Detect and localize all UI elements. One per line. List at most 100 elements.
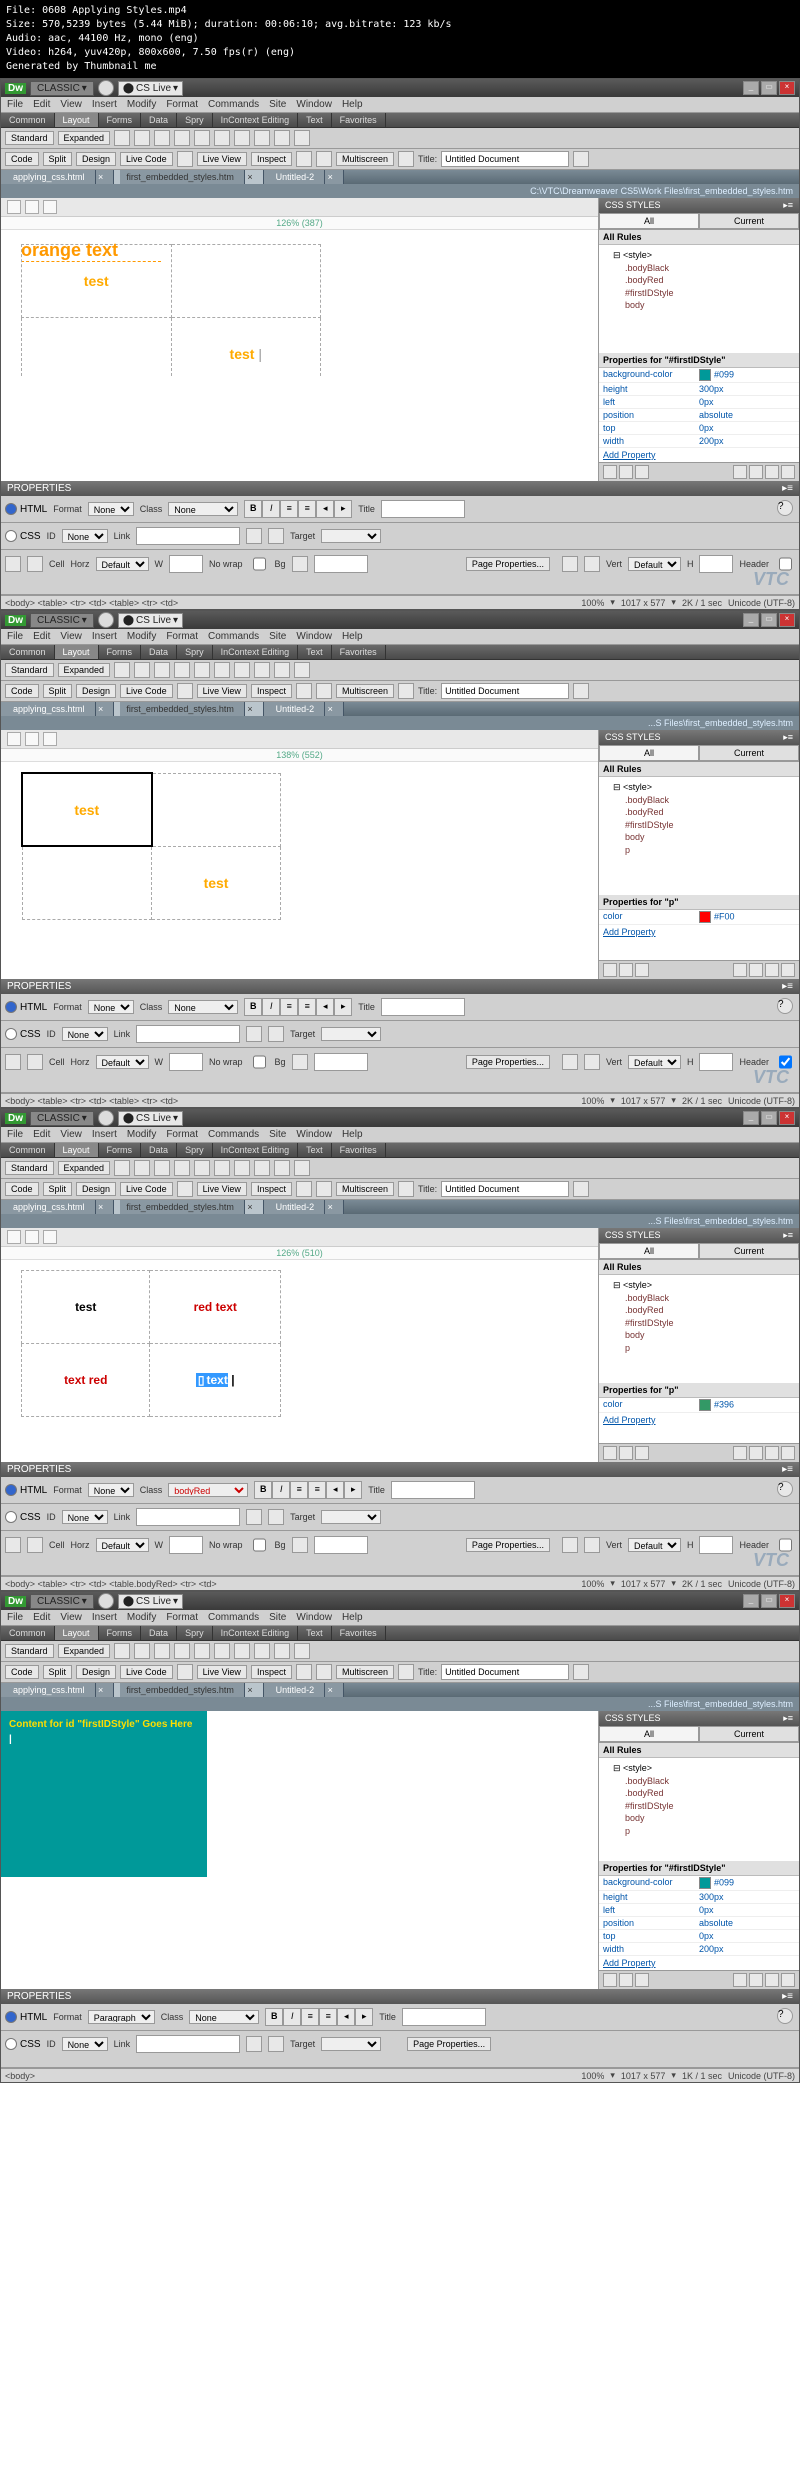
view-multiscreen[interactable]: Multiscreen [336, 152, 394, 166]
cell-b[interactable] [152, 773, 281, 846]
cell-3[interactable] [22, 318, 172, 379]
menu-window[interactable]: Window [296, 99, 332, 110]
lp[interactable] [268, 1026, 284, 1042]
t1[interactable] [177, 1181, 193, 1197]
cat-data[interactable]: Data [141, 1626, 177, 1640]
cf7[interactable] [781, 1973, 795, 1987]
close-button[interactable]: × [779, 613, 795, 627]
bold-button[interactable]: B [265, 2008, 283, 2026]
cat-data[interactable]: Data [141, 1143, 177, 1157]
cf4[interactable] [733, 963, 747, 977]
ol-button[interactable]: ≡ [298, 500, 316, 518]
cslive-button[interactable]: ⬤ CS Live ▾ [118, 81, 183, 96]
view-inspect[interactable]: Inspect [251, 1182, 292, 1196]
cat-incontext[interactable]: InContext Editing [213, 645, 299, 659]
prop-css-toggle[interactable]: CSS [5, 1511, 41, 1523]
prop-nowrap[interactable] [253, 1055, 266, 1069]
prop-target[interactable] [321, 529, 381, 543]
cat-favorites[interactable]: Favorites [332, 1143, 386, 1157]
prop-help-icon[interactable]: ? [777, 500, 793, 516]
prop-link[interactable] [136, 527, 240, 545]
t3[interactable] [316, 1664, 332, 1680]
prop-titlef[interactable] [381, 998, 465, 1016]
menu-modify[interactable]: Modify [127, 99, 156, 110]
css-add-property[interactable]: Add Property [599, 448, 799, 462]
prop-w[interactable] [169, 1053, 203, 1071]
italic-button[interactable]: I [262, 500, 280, 518]
prop-horz[interactable]: Default [96, 1538, 149, 1552]
prop-h[interactable] [699, 555, 733, 573]
menu-window[interactable]: Window [296, 631, 332, 642]
menu-help[interactable]: Help [342, 1612, 363, 1623]
prop-class[interactable]: bodyRed [168, 1483, 248, 1497]
menu-insert[interactable]: Insert [92, 1612, 117, 1623]
cat-forms[interactable]: Forms [99, 1143, 142, 1157]
prop-w[interactable] [169, 1536, 203, 1554]
id[interactable]: ▸ [334, 998, 352, 1016]
cf3[interactable] [635, 1446, 649, 1460]
search-icon[interactable] [98, 612, 114, 628]
ti5[interactable] [573, 683, 589, 699]
prop-vert[interactable]: Default [628, 1055, 681, 1069]
prop-vert[interactable]: Default [628, 557, 681, 571]
css-add-property[interactable]: Add Property [599, 925, 799, 939]
filetab-2[interactable]: first_embedded_styles.htm × [114, 1200, 263, 1214]
cell-2[interactable] [171, 245, 321, 318]
l5[interactable] [194, 1643, 210, 1659]
cssf-4[interactable] [733, 465, 747, 479]
menu-window[interactable]: Window [296, 1612, 332, 1623]
bold-button[interactable]: B [244, 998, 262, 1016]
css-tab-all[interactable]: All [599, 745, 699, 761]
cssprop-p[interactable]: position [603, 410, 699, 420]
menu-format[interactable]: Format [166, 99, 198, 110]
l6[interactable] [214, 1160, 230, 1176]
view-design[interactable]: Design [76, 1182, 116, 1196]
cf4[interactable] [733, 1973, 747, 1987]
menu-view[interactable]: View [60, 1129, 82, 1140]
prop-css-toggle[interactable]: CSS [5, 1028, 41, 1040]
cssprop-color[interactable]: color [603, 1399, 699, 1411]
menu-edit[interactable]: Edit [33, 631, 50, 642]
css-tab-all[interactable]: All [599, 1243, 699, 1259]
title-input[interactable] [441, 1181, 569, 1197]
cell-split-icon[interactable] [27, 556, 43, 572]
ti3[interactable] [316, 683, 332, 699]
li8[interactable] [254, 662, 270, 678]
cat-forms[interactable]: Forms [99, 1626, 142, 1640]
prop-h[interactable] [699, 1053, 733, 1071]
search-icon[interactable] [98, 1110, 114, 1126]
menu-commands[interactable]: Commands [208, 631, 259, 642]
title-input[interactable] [441, 151, 569, 167]
prop-class[interactable]: None [168, 502, 238, 516]
l2[interactable] [134, 1160, 150, 1176]
d1[interactable] [7, 1230, 21, 1244]
prop-id[interactable]: None [62, 1510, 108, 1524]
lf[interactable] [246, 1026, 262, 1042]
prop-menu[interactable]: ▸≡ [782, 981, 793, 992]
d2[interactable] [25, 732, 39, 746]
l1[interactable] [114, 1160, 130, 1176]
od[interactable]: ◂ [326, 1481, 344, 1499]
ol[interactable]: ≡ [308, 1481, 326, 1499]
l6[interactable] [214, 1643, 230, 1659]
cell-c[interactable]: text red [22, 1344, 150, 1417]
cat-forms[interactable]: Forms [99, 113, 142, 127]
title-input[interactable] [441, 683, 569, 699]
prop-vert[interactable]: Default [628, 1538, 681, 1552]
cf3[interactable] [635, 963, 649, 977]
cssprop-bg[interactable]: background-color [603, 369, 699, 381]
d2[interactable] [25, 1230, 39, 1244]
layout-ico3[interactable] [154, 130, 170, 146]
menu-site[interactable]: Site [269, 631, 286, 642]
cat-text[interactable]: Text [298, 645, 332, 659]
menu-help[interactable]: Help [342, 99, 363, 110]
menu-insert[interactable]: Insert [92, 631, 117, 642]
breadcrumb[interactable]: <body> <table> <tr> <td> <table.bodyRed>… [5, 1579, 217, 1589]
li7[interactable] [234, 662, 250, 678]
layout-ico5[interactable] [194, 130, 210, 146]
view-design[interactable]: Design [76, 152, 116, 166]
cat-common[interactable]: Common [1, 1143, 55, 1157]
view-code[interactable]: Code [5, 1182, 39, 1196]
li3[interactable] [154, 662, 170, 678]
bgs[interactable] [292, 1054, 308, 1070]
